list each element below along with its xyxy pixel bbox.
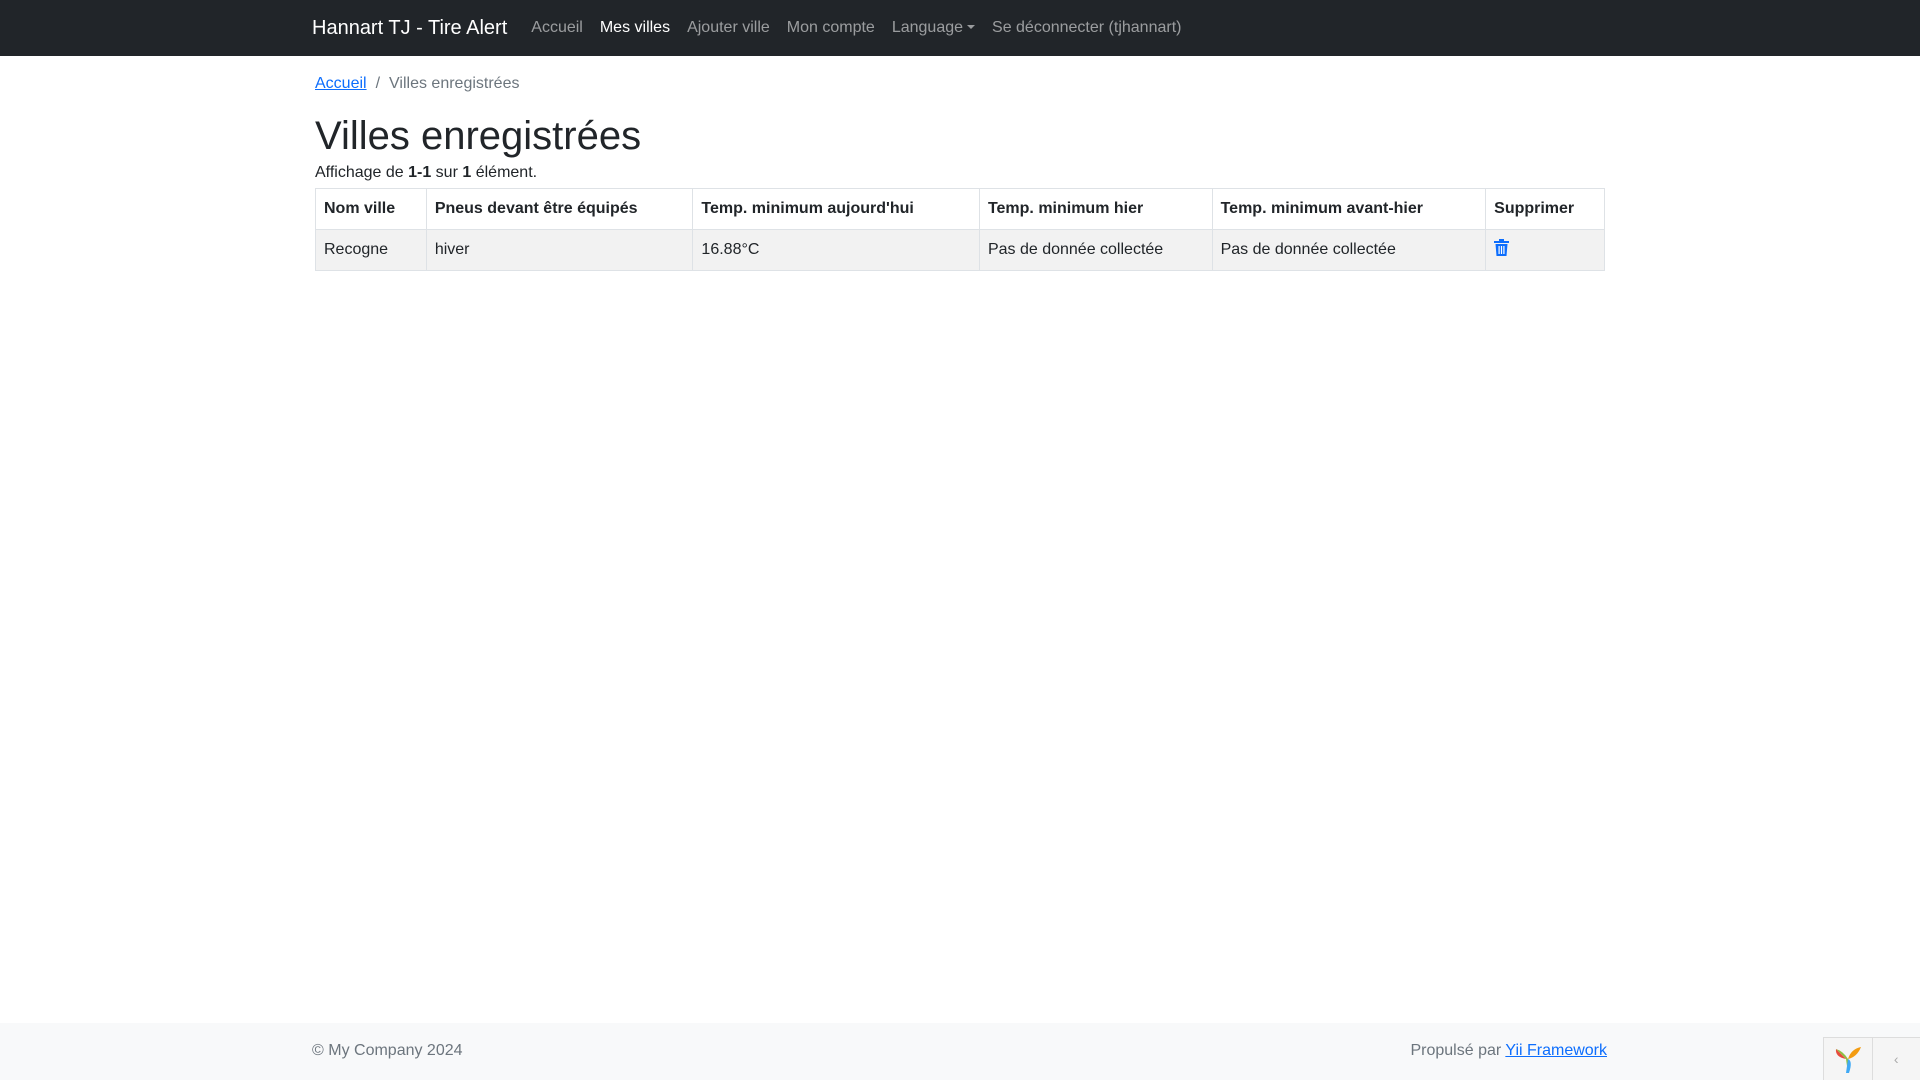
cell-temp-hier: Pas de donnée collectée xyxy=(978,229,1213,271)
column-header-nom-ville: Nom ville xyxy=(315,188,427,230)
chevron-left-icon[interactable]: ‹ xyxy=(1873,1038,1920,1080)
column-header-temp-aujourdhui: Temp. minimum aujourd'hui xyxy=(692,188,980,230)
language-label: Language xyxy=(891,19,964,36)
nav-item-mes-villes[interactable]: Mes villes xyxy=(600,19,670,37)
column-header-temp-hier: Temp. minimum hier xyxy=(978,188,1213,230)
footer-powered-by: Propulsé par Yii Framework xyxy=(1410,1042,1607,1060)
table-header-row: Nom ville Pneus devant être équipés Temp… xyxy=(315,188,1605,230)
page-title: Villes enregistrées xyxy=(315,114,642,158)
cell-temp-avant-hier: Pas de donnée collectée xyxy=(1211,229,1487,271)
yii-framework-link[interactable]: Yii Framework xyxy=(1505,1042,1607,1059)
trash-icon[interactable] xyxy=(1494,239,1510,261)
nav-item-mon-compte[interactable]: Mon compte xyxy=(787,19,875,37)
nav-item-ajouter-ville[interactable]: Ajouter ville xyxy=(687,19,770,37)
footer-copyright: © My Company 2024 xyxy=(312,1042,463,1059)
cities-table: Nom ville Pneus devant être équipés Temp… xyxy=(315,188,1605,271)
brand-link[interactable]: Hannart TJ - Tire Alert xyxy=(312,17,507,40)
column-header-pneus: Pneus devant être équipés xyxy=(425,188,694,230)
summary-range: 1-1 xyxy=(408,164,432,181)
navbar-content: Hannart TJ - Tire Alert Accueil Mes vill… xyxy=(312,17,1198,40)
summary-total: 1 xyxy=(462,164,472,181)
top-navbar: Hannart TJ - Tire Alert Accueil Mes vill… xyxy=(0,0,1920,56)
cell-supprimer xyxy=(1485,229,1605,271)
cell-pneus: hiver xyxy=(425,229,694,271)
cell-temp-aujourdhui: 16.88°C xyxy=(692,229,980,271)
caret-down-icon xyxy=(967,25,976,29)
nav-item-logout[interactable]: Se déconnecter (tjhannart) xyxy=(992,19,1181,37)
table-row: Recogne hiver 16.88°C Pas de donnée coll… xyxy=(315,229,1605,271)
footer: © My Company 2024 Propulsé par Yii Frame… xyxy=(0,1023,1920,1080)
summary-middle: sur xyxy=(431,164,463,181)
summary-suffix: élément. xyxy=(471,164,538,181)
breadcrumb: Accueil / Villes enregistrées xyxy=(315,72,1605,96)
grid-summary: Affichage de 1-1 sur 1 élément. xyxy=(315,164,1605,186)
cell-nom-ville: Recogne xyxy=(315,229,427,271)
breadcrumb-current: Villes enregistrées xyxy=(389,75,520,92)
column-header-supprimer: Supprimer xyxy=(1485,188,1605,230)
nav-item-language-dropdown[interactable]: Language xyxy=(891,19,976,37)
summary-prefix: Affichage de xyxy=(315,164,409,181)
powered-by-prefix: Propulsé par xyxy=(1410,1042,1506,1059)
main-content: Accueil / Villes enregistrées Villes enr… xyxy=(315,56,1605,271)
breadcrumb-home-link[interactable]: Accueil xyxy=(315,75,367,93)
yii-logo-icon[interactable] xyxy=(1824,1038,1873,1080)
nav-item-accueil[interactable]: Accueil xyxy=(531,19,583,37)
breadcrumb-separator: / xyxy=(375,75,381,92)
debug-toolbar: ‹ xyxy=(1823,1037,1920,1080)
column-header-temp-avant-hier: Temp. minimum avant-hier xyxy=(1211,188,1487,230)
